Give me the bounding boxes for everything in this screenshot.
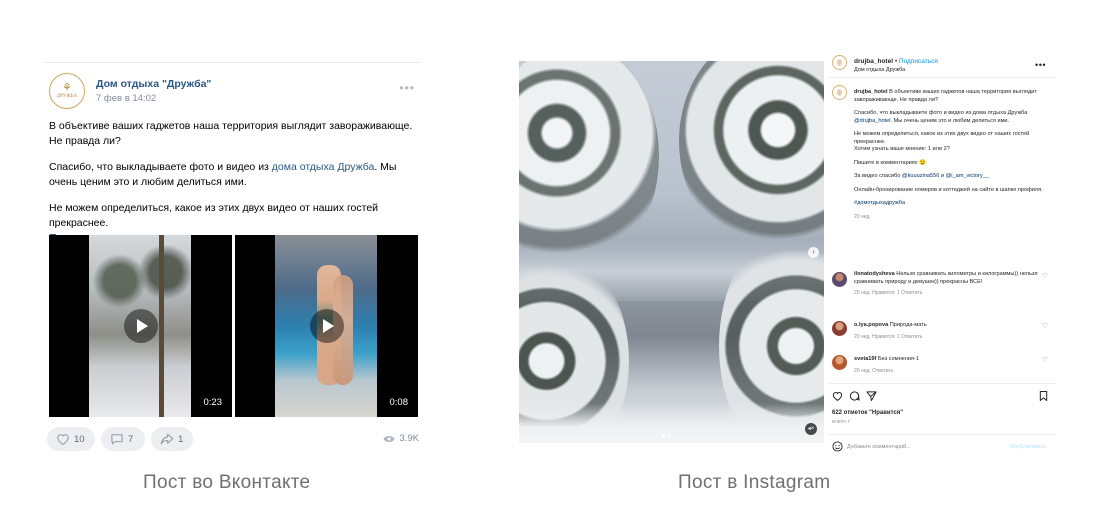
likes-count[interactable]: 622 отметок "Нравится" bbox=[832, 409, 903, 417]
comment-button[interactable]: 7 bbox=[101, 427, 145, 451]
emoji-icon[interactable] bbox=[832, 441, 843, 452]
more-options-icon[interactable]: ••• bbox=[399, 82, 415, 94]
views-counter: 3.9K bbox=[383, 433, 419, 444]
group-avatar[interactable]: ⚘ ДРУЖБА bbox=[49, 73, 85, 109]
hotel-link[interactable]: дома отдыха Дружба bbox=[272, 161, 375, 173]
heart-icon bbox=[57, 434, 69, 445]
caption-username[interactable]: drujba_hotel bbox=[854, 89, 888, 95]
commenter-avatar[interactable] bbox=[832, 321, 847, 336]
mute-icon[interactable]: ◂× bbox=[805, 423, 817, 435]
post-paragraph: Спасибо, что выкладываете фото и видео и… bbox=[49, 161, 397, 188]
like-button[interactable]: 10 bbox=[47, 427, 95, 451]
divider bbox=[45, 62, 421, 63]
post-photo[interactable]: › ◂× bbox=[519, 61, 824, 443]
post-date: ВЧЕРА Г bbox=[832, 419, 851, 424]
comment-input[interactable]: Добавьте комментарий... bbox=[847, 443, 911, 451]
video-thumbnail-2[interactable]: 0:08 bbox=[235, 235, 418, 417]
post-caption: drujba_hotel В объективе ваших гаджетов … bbox=[854, 89, 1044, 220]
carousel-dots bbox=[662, 434, 671, 437]
commenter-username[interactable]: o.lya.popova bbox=[854, 322, 888, 328]
divider bbox=[828, 77, 1056, 78]
post-sidebar: drujba_hotel • Подписаться Дом отдыха Др… bbox=[828, 55, 1056, 457]
comment-like-icon[interactable]: ♡ bbox=[1042, 357, 1048, 365]
comment-like-icon[interactable]: ♡ bbox=[1042, 273, 1048, 281]
mention-link[interactable]: @kuuuzina556 bbox=[902, 173, 939, 179]
comment-count: 7 bbox=[128, 433, 134, 445]
mention-link[interactable]: @i_am_victory__ bbox=[946, 173, 989, 179]
send-icon[interactable] bbox=[866, 391, 877, 401]
post-author: drujba_hotel • Подписаться bbox=[854, 58, 938, 65]
heart-icon[interactable] bbox=[832, 391, 843, 401]
group-name-link[interactable]: Дом отдыха "Дружба" bbox=[96, 78, 211, 90]
share-count: 1 bbox=[178, 433, 184, 445]
logo-icon: ⚘ ДРУЖБА bbox=[56, 81, 78, 99]
comment-like-icon[interactable]: ♡ bbox=[1042, 323, 1048, 331]
divider bbox=[828, 434, 1056, 435]
save-button[interactable] bbox=[1039, 390, 1048, 404]
comment: ilonatodysheva Нельзя сравнивать километ… bbox=[854, 271, 1039, 298]
commenter-avatar[interactable] bbox=[832, 355, 847, 370]
comment-meta[interactable]: 20 нед. Нравится: 1 Ответить bbox=[854, 290, 1039, 298]
video-thumbnail-1[interactable]: 0:23 bbox=[49, 235, 232, 417]
comment-icon bbox=[111, 434, 123, 445]
comment-icon[interactable] bbox=[849, 391, 860, 401]
vk-post: ⚘ ДРУЖБА Дом отдыха "Дружба" 7 фев в 14:… bbox=[45, 62, 421, 457]
follow-button[interactable]: Подписаться bbox=[899, 58, 938, 65]
comment-meta[interactable]: 20 нед. Ответить bbox=[854, 368, 1039, 376]
commenter-username[interactable]: ilonatodysheva bbox=[854, 271, 895, 277]
post-paragraph: В объективе ваших гаджетов наша территор… bbox=[49, 120, 413, 147]
post-paragraph: Не можем определиться, какое из этих дву… bbox=[49, 202, 379, 229]
mention-link[interactable]: @drujba_hotel bbox=[854, 118, 890, 124]
commenter-avatar[interactable] bbox=[832, 272, 847, 287]
video-duration: 0:08 bbox=[389, 397, 409, 408]
commenter-username[interactable]: sveta19f bbox=[854, 356, 876, 362]
instagram-caption: Пост в Instagram bbox=[678, 472, 831, 493]
account-subtitle[interactable]: Дом отдыха Дружба bbox=[854, 66, 905, 74]
eye-icon bbox=[383, 435, 395, 442]
views-count: 3.9K bbox=[399, 433, 419, 444]
post-actions bbox=[832, 391, 877, 401]
profile-avatar[interactable] bbox=[832, 55, 847, 70]
post-date[interactable]: 7 фев в 14:02 bbox=[96, 93, 156, 104]
divider bbox=[828, 383, 1056, 384]
publish-button[interactable]: Опубликовать bbox=[1010, 443, 1046, 451]
caption-avatar[interactable] bbox=[832, 85, 847, 100]
add-comment-bar: Добавьте комментарий... Опубликовать bbox=[828, 437, 1056, 457]
username-link[interactable]: drujba_hotel bbox=[854, 58, 893, 65]
next-slide-icon[interactable]: › bbox=[808, 247, 819, 258]
vk-caption: Пост во Вконтакте bbox=[143, 472, 311, 493]
more-options-icon[interactable]: ••• bbox=[1035, 61, 1046, 70]
share-icon bbox=[160, 433, 174, 445]
comment: o.lya.popova Природа-мать 20 нед. Нравит… bbox=[854, 322, 1039, 341]
play-icon[interactable] bbox=[309, 309, 344, 343]
share-button[interactable]: 1 bbox=[151, 427, 193, 451]
post-text: В объективе ваших гаджетов наша территор… bbox=[49, 119, 415, 246]
hashtag-link[interactable]: #домотдыхадружба bbox=[854, 200, 1044, 208]
caption-time: 20 нед. bbox=[854, 213, 871, 220]
bookmark-icon bbox=[1039, 390, 1048, 402]
instagram-post: › ◂× drujba_hotel • Подписаться Дом отды… bbox=[519, 55, 1056, 457]
comment: sveta19f Без сомнения-1 20 нед. Ответить bbox=[854, 356, 1039, 375]
like-count: 10 bbox=[74, 433, 85, 445]
play-icon[interactable] bbox=[123, 309, 158, 343]
video-duration: 0:23 bbox=[203, 397, 223, 408]
comment-meta[interactable]: 20 нед. Нравится: 1 Ответить bbox=[854, 334, 1039, 342]
